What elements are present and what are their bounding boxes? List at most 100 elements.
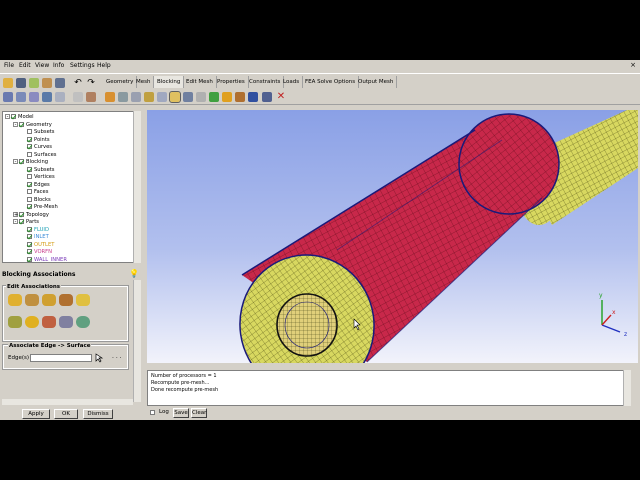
message-scrollbar[interactable] <box>623 370 631 406</box>
edit-edge-icon[interactable] <box>196 92 206 102</box>
zoom-icon[interactable] <box>29 92 39 102</box>
collapse-icon[interactable]: - <box>13 159 18 165</box>
visibility-checkbox[interactable] <box>27 189 32 194</box>
visibility-checkbox[interactable] <box>19 211 24 217</box>
dismiss-button[interactable]: Dismiss <box>83 409 113 419</box>
geometry-file-icon[interactable] <box>29 78 39 88</box>
visibility-checkbox[interactable] <box>27 249 32 254</box>
zoom-box-icon[interactable] <box>16 92 26 102</box>
visibility-checkbox[interactable] <box>27 151 32 157</box>
panel-scrollbar[interactable] <box>133 280 141 402</box>
tree-item[interactable]: FLUID <box>21 226 49 234</box>
tree-item[interactable]: Blocks <box>21 196 51 204</box>
visibility-checkbox[interactable] <box>27 144 32 149</box>
visibility-checkbox[interactable] <box>27 196 32 202</box>
clear-log-button[interactable]: Clear <box>191 408 207 418</box>
tree-item[interactable]: + Topology <box>13 211 49 219</box>
panel-horizontal-scrollbar[interactable] <box>2 399 133 405</box>
checks-icon[interactable] <box>248 92 258 102</box>
tree-item[interactable]: Vertices <box>21 174 55 181</box>
collapse-icon[interactable]: - <box>13 219 18 225</box>
more-options-button[interactable]: . . . <box>112 353 122 360</box>
measure-icon[interactable] <box>42 92 52 102</box>
visibility-checkbox[interactable] <box>19 159 24 164</box>
blocking-file-icon[interactable] <box>55 78 65 88</box>
tree-item[interactable]: - Parts <box>13 219 39 226</box>
tree-item[interactable]: Subsets <box>21 129 55 136</box>
tree-item[interactable]: Points <box>21 136 50 144</box>
fit-window-icon[interactable] <box>3 92 13 102</box>
snap-vertices-icon[interactable] <box>8 316 22 328</box>
tree-item[interactable]: OUTLET <box>21 241 54 249</box>
tab-edit-mesh[interactable]: Edit Mesh <box>183 76 217 88</box>
visibility-checkbox[interactable] <box>27 204 32 209</box>
tree-item[interactable]: Surfaces <box>21 151 56 159</box>
disassociate-icon[interactable] <box>76 294 90 306</box>
apply-button[interactable]: Apply <box>22 409 50 419</box>
split-block-icon[interactable] <box>118 92 128 102</box>
associate-edge-curve-icon[interactable] <box>25 294 39 306</box>
delete-block-icon[interactable]: ✕ <box>276 92 286 102</box>
help-icon[interactable]: 💡 <box>129 269 139 279</box>
auto-associate-icon[interactable] <box>76 316 90 328</box>
tree-scrollbar[interactable] <box>133 111 141 263</box>
visibility-checkbox[interactable] <box>19 219 24 224</box>
tree-item[interactable]: Pre-Mesh <box>21 204 58 211</box>
edit-block-icon[interactable] <box>144 92 154 102</box>
tree-item[interactable]: INLET <box>21 234 49 241</box>
associate-vertex-icon[interactable] <box>8 294 22 306</box>
tree-item[interactable]: - Geometry <box>13 121 52 129</box>
visibility-checkbox[interactable] <box>27 226 32 232</box>
create-block-icon[interactable] <box>105 92 115 102</box>
visibility-checkbox[interactable] <box>19 121 24 127</box>
menu-edit[interactable]: Edit <box>19 62 31 69</box>
collapse-icon[interactable]: - <box>13 121 18 127</box>
ok-button[interactable]: OK <box>54 409 78 419</box>
expand-icon[interactable]: + <box>13 211 18 217</box>
tree-item[interactable]: WALL_INNER <box>21 256 67 262</box>
tree-item[interactable]: Edges <box>21 181 50 189</box>
edges-input[interactable] <box>30 354 92 362</box>
open-folder-icon[interactable] <box>3 78 13 88</box>
save-log-button[interactable]: Save <box>173 408 189 418</box>
visibility-checkbox[interactable] <box>27 234 32 239</box>
menu-file[interactable]: File <box>4 62 14 69</box>
menu-view[interactable]: View <box>35 62 49 69</box>
tree-item[interactable]: Subsets <box>21 166 55 174</box>
group-curves-icon[interactable] <box>59 316 73 328</box>
move-vertex-icon[interactable] <box>169 91 181 103</box>
reset-associations-icon[interactable] <box>25 316 39 328</box>
eraser-icon[interactable] <box>86 92 96 102</box>
save-icon[interactable] <box>16 78 26 88</box>
collapse-icon[interactable]: - <box>5 114 10 120</box>
tab-loads[interactable]: Loads <box>280 76 304 88</box>
tab-fea-solve-options[interactable]: FEA Solve Options <box>302 76 360 88</box>
associate-icon[interactable] <box>157 92 167 102</box>
log-checkbox[interactable] <box>150 409 157 416</box>
mesh-file-icon[interactable] <box>42 78 52 88</box>
visibility-checkbox[interactable] <box>27 241 32 247</box>
redo-icon[interactable]: ↷ <box>86 78 96 88</box>
tree-item[interactable]: Curves <box>21 144 52 151</box>
undo-icon[interactable]: ↶ <box>73 78 83 88</box>
menu-help[interactable]: Help <box>97 62 111 69</box>
tab-constraints[interactable]: Constraints <box>246 76 285 88</box>
associate-face-icon[interactable] <box>59 294 73 306</box>
visibility-checkbox[interactable] <box>27 174 32 179</box>
tab-properties[interactable]: Properties <box>214 76 249 88</box>
tab-output-mesh[interactable]: Output Mesh <box>355 76 398 88</box>
output-blocks-icon[interactable] <box>262 92 272 102</box>
visibility-checkbox[interactable] <box>27 256 32 262</box>
graphics-viewport[interactable]: y x z <box>147 110 638 363</box>
visibility-checkbox[interactable] <box>27 181 32 187</box>
premesh-params-icon[interactable] <box>209 92 219 102</box>
visibility-checkbox[interactable] <box>27 136 32 142</box>
tab-blocking[interactable]: Blocking <box>154 76 185 88</box>
tab-mesh[interactable]: Mesh <box>133 76 155 88</box>
visibility-checkbox[interactable] <box>27 166 32 172</box>
tree-item[interactable]: Faces <box>21 189 48 196</box>
smoother-icon[interactable] <box>235 92 245 102</box>
view-icon[interactable] <box>55 92 65 102</box>
tree-item[interactable]: VORFN <box>21 249 52 256</box>
display-icon[interactable] <box>73 92 83 102</box>
